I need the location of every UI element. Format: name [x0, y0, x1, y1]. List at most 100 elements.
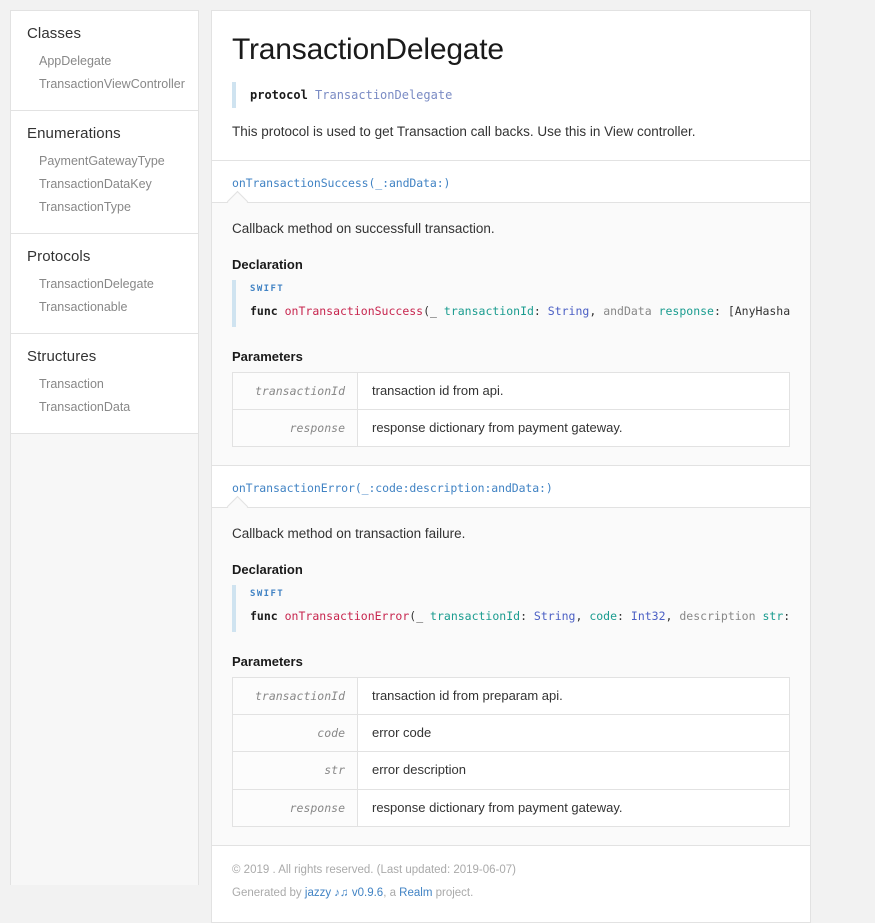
jazzy-link[interactable]: jazzy ♪♫ v0.9.6 [305, 887, 383, 899]
sidebar-navigation: Classes AppDelegate TransactionViewControl… [10, 10, 199, 885]
code-token: : [617, 608, 631, 623]
sidebar-item-transactionable[interactable]: Transactionable [11, 296, 198, 319]
task-body: Callback method on transaction failure. D… [212, 507, 810, 845]
table-row: str error description [232, 751, 790, 789]
protocol-name: TransactionDelegate [315, 88, 453, 102]
code-token: str [762, 608, 784, 623]
sidebar-item-transactiontype[interactable]: TransactionType [11, 196, 198, 219]
footer-middle-text: , a [383, 886, 400, 899]
task-name-link[interactable]: onTransactionError(_:code:description:an… [232, 481, 553, 495]
parameter-name-cell: str [232, 751, 358, 789]
code-token: , [589, 303, 604, 318]
code-line: func onTransactionSuccess(_ transactionI… [250, 303, 790, 319]
realm-link[interactable]: Realm [399, 887, 432, 899]
footer-suffix-text: project. [432, 886, 474, 899]
code-token: func [250, 608, 285, 623]
nav-group-protocols: Protocols TransactionDelegate Transactiona… [11, 234, 198, 334]
code-token: [AnyHashable : Any] [727, 303, 790, 318]
declaration-label: Declaration [232, 561, 303, 577]
footer-generated-prefix: Generated by [232, 886, 305, 899]
code-token: : [533, 303, 548, 318]
task-name-container: onTransactionError(_:code:description:an… [212, 466, 810, 518]
nav-list: AppDelegate TransactionViewController [11, 46, 198, 96]
code-token: String [547, 303, 590, 318]
sidebar-item-transaction[interactable]: Transaction [11, 373, 198, 396]
parameter-description-cell: response dictionary from payment gateway… [372, 420, 623, 436]
page-footer: © 2019 . All rights reserved. (Last upda… [212, 845, 810, 923]
nav-group-title: Classes [27, 25, 82, 42]
declaration-label: Declaration [232, 256, 303, 272]
code-token: : [713, 303, 728, 318]
table-row: response response dictionary from payment… [232, 789, 790, 827]
main-content: TransactionDelegate protocol Transaction… [211, 10, 811, 923]
nav-group-title: Structures [27, 348, 97, 365]
code-token: ( [423, 303, 431, 318]
code-token: : [783, 608, 790, 623]
table-row: transactionId transaction id from prepara… [232, 677, 790, 715]
code-token: code [589, 608, 618, 623]
task-abstract: Callback method on successfull transacti… [232, 221, 495, 237]
table-row: response response dictionary from payment… [232, 409, 790, 447]
sidebar-item-transactiondata[interactable]: TransactionData [11, 396, 198, 419]
parameter-name-cell: transactionId [232, 677, 358, 715]
code-token: _ [430, 303, 444, 318]
parameter-name-cell: code [232, 714, 358, 752]
task-section: onTransactionSuccess(_:andData:) Callback… [212, 161, 810, 467]
parameter-name-cell: response [232, 789, 358, 827]
code-line: func onTransactionError(_ transactionId:… [250, 608, 790, 624]
sidebar-item-transactiondelegate[interactable]: TransactionDelegate [11, 273, 198, 296]
code-token: description [679, 608, 763, 623]
footer-generated: Generated by jazzy ♪♫ v0.9.6, a Realm pr… [232, 885, 790, 902]
parameter-name-cell: response [232, 409, 358, 447]
nav-list: PaymentGatewayType TransactionDataKey Tran… [11, 146, 198, 219]
code-language-label: SWIFT [250, 588, 285, 599]
task-sections: onTransactionSuccess(_:andData:) Callback… [212, 161, 810, 846]
content-header: TransactionDelegate protocol Transaction… [212, 11, 810, 162]
nav-group-enumerations: Enumerations PaymentGatewayType Transactio… [11, 111, 198, 234]
code-token: _ [416, 608, 431, 623]
nav-list: TransactionDelegate Transactionable [11, 269, 198, 319]
parameter-description-cell: transaction id from preparam api. [372, 687, 563, 703]
parameter-description-cell: error description [372, 762, 466, 778]
table-row: code error code [232, 714, 790, 752]
table-row: transactionId transaction id from api. [232, 372, 790, 410]
task-abstract: Callback method on transaction failure. [232, 526, 466, 542]
protocol-keyword: protocol [250, 88, 308, 102]
code-token: andData [603, 303, 659, 318]
page-title: TransactionDelegate [232, 33, 504, 66]
parameter-description-cell: error code [372, 725, 432, 741]
code-token: Int32 [630, 608, 666, 623]
task-name-link[interactable]: onTransactionSuccess(_:andData:) [232, 176, 450, 190]
nav-group-title: Protocols [27, 248, 91, 265]
parameter-name-cell: transactionId [232, 372, 358, 410]
code-token: onTransactionSuccess [284, 303, 424, 318]
parameters-label: Parameters [232, 348, 303, 364]
declaration-code-block: SWIFT func onTransactionSuccess(_ transac… [232, 279, 790, 327]
code-token: String [533, 608, 576, 623]
declaration-code-block: SWIFT func onTransactionError(_ transacti… [232, 584, 790, 632]
documentation-page: Classes AppDelegate TransactionViewControl… [0, 0, 875, 923]
code-token: , [665, 608, 680, 623]
code-token: func [250, 303, 285, 318]
sidebar-item-paymentgatewaytype[interactable]: PaymentGatewayType [11, 150, 198, 173]
task-name-container: onTransactionSuccess(_:andData:) [212, 161, 810, 213]
nav-group-structures: Structures Transaction TransactionData [11, 334, 198, 434]
protocol-abstract: This protocol is used to get Transaction… [232, 124, 696, 139]
code-token: transactionId [443, 303, 534, 318]
nav-group-classes: Classes AppDelegate TransactionViewControl… [11, 11, 198, 111]
parameter-description-cell: transaction id from api. [372, 382, 504, 398]
parameters-table: transactionId transaction id from api. res… [232, 371, 790, 448]
parameters-table: transactionId transaction id from prepara… [232, 676, 790, 827]
sidebar-item-transactionviewcontroller[interactable]: TransactionViewController [11, 73, 198, 96]
footer-copyright: © 2019 . All rights reserved. (Last upda… [232, 863, 517, 876]
task-body: Callback method on successfull transacti… [212, 202, 810, 466]
parameter-description-cell: response dictionary from payment gateway… [372, 799, 623, 815]
protocol-declaration: protocol TransactionDelegate [232, 82, 790, 108]
code-token: onTransactionError [284, 608, 410, 623]
code-token: , [575, 608, 590, 623]
task-section: onTransactionError(_:code:description:an… [212, 466, 810, 846]
nav-list: Transaction TransactionData [11, 369, 198, 419]
nav-group-title: Enumerations [27, 125, 121, 142]
sidebar-item-appdelegate[interactable]: AppDelegate [11, 50, 198, 73]
sidebar-item-transactiondatakey[interactable]: TransactionDataKey [11, 173, 198, 196]
